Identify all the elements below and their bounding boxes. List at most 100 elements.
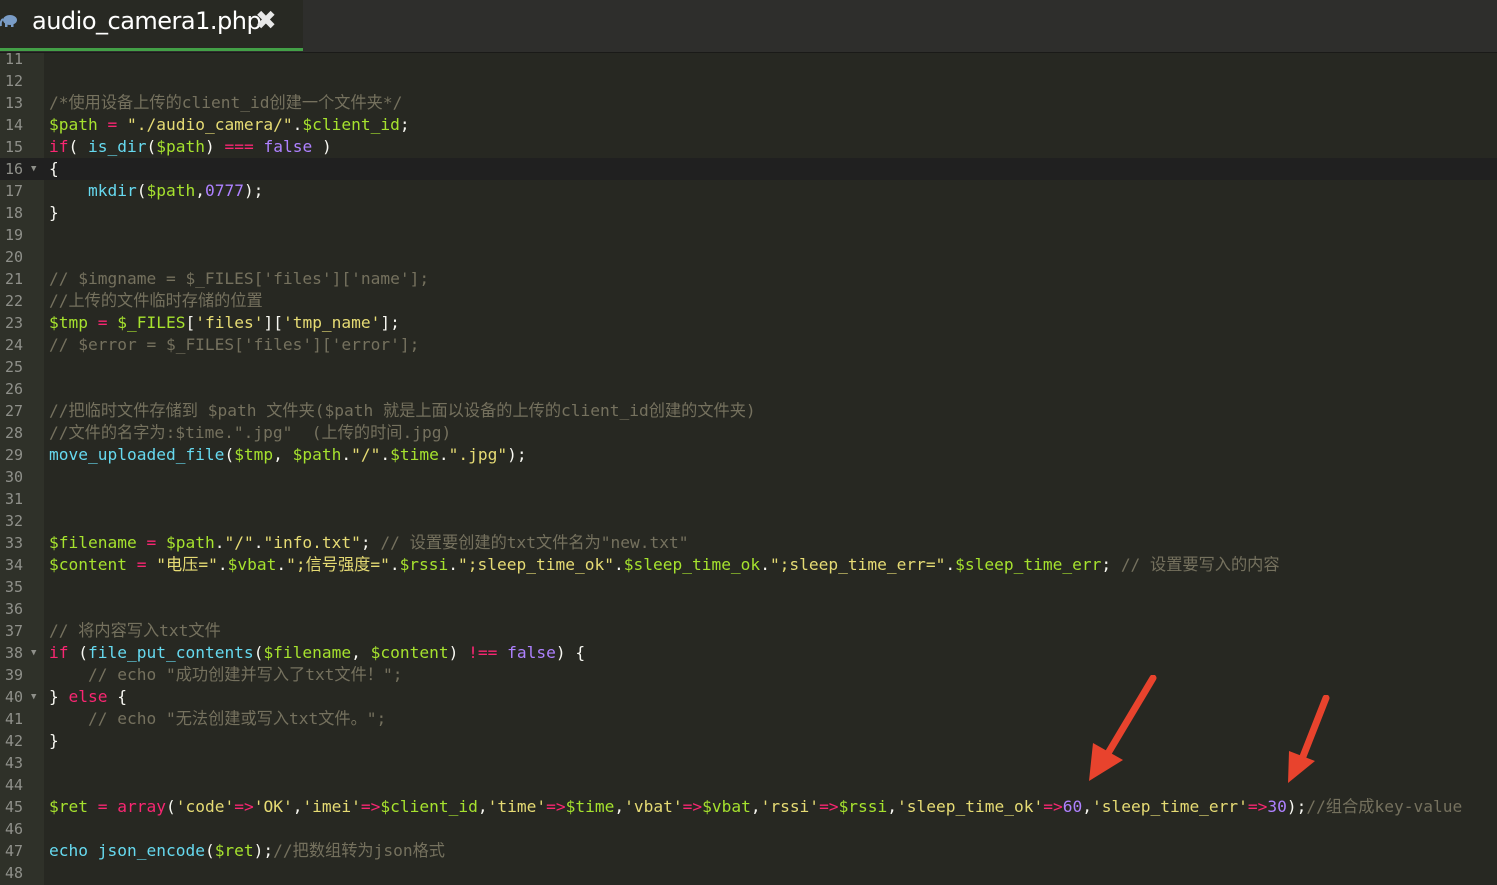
line-number: 44 xyxy=(5,776,24,794)
code-text: // $imgname = $_FILES['files']['name']; xyxy=(49,268,429,290)
code-token: => xyxy=(682,797,703,816)
line-number: 31 xyxy=(5,490,24,508)
code-token: 60 xyxy=(1062,797,1083,816)
code-token: ); xyxy=(1286,797,1307,816)
code-token: , xyxy=(195,181,205,200)
code-token: 'rssi' xyxy=(760,797,820,816)
code-line[interactable]: 48 xyxy=(0,862,1497,884)
code-line[interactable]: 34 $content = "电压=".$vbat.";信号强度=".$rssi.… xyxy=(0,554,1497,576)
line-number: 41 xyxy=(5,710,24,728)
line-number: 30 xyxy=(5,468,24,486)
code-token: { xyxy=(107,687,127,706)
code-line[interactable]: 46 xyxy=(0,818,1497,840)
code-line[interactable]: 20 xyxy=(0,246,1497,268)
code-token: else xyxy=(68,687,108,706)
line-number: 21 xyxy=(5,270,24,288)
code-line[interactable]: 23 $tmp = $_FILES['files']['tmp_name']; xyxy=(0,312,1497,334)
code-token: . xyxy=(214,533,225,552)
code-line[interactable]: 28 //文件的名字为:$time.".jpg" (上传的时间.jpg) xyxy=(0,422,1497,444)
code-line[interactable]: 25 xyxy=(0,356,1497,378)
code-line[interactable]: 41 // echo "无法创建或写入txt文件。"; xyxy=(0,708,1497,730)
code-token: $content xyxy=(370,643,449,662)
tab-bar: audio_camera1.php ✖ xyxy=(0,0,1497,53)
code-line[interactable]: 32 xyxy=(0,510,1497,532)
code-token: = xyxy=(107,115,118,134)
code-token: array xyxy=(117,797,166,816)
code-token: ; xyxy=(399,115,410,134)
code-text: mkdir($path,0777); xyxy=(49,180,263,202)
code-token: , xyxy=(614,797,625,816)
code-token: /*使用设备上传的client_id创建一个文件夹*/ xyxy=(49,93,403,112)
code-token: } xyxy=(49,687,69,706)
code-token: . xyxy=(380,445,391,464)
code-line[interactable]: 43 xyxy=(0,752,1497,774)
code-line[interactable]: 26 xyxy=(0,378,1497,400)
code-line[interactable]: 19 xyxy=(0,224,1497,246)
code-token: $ret xyxy=(214,841,254,860)
code-token: . xyxy=(438,445,449,464)
code-token: . xyxy=(389,555,400,574)
code-line[interactable]: 35 xyxy=(0,576,1497,598)
code-line[interactable]: 31 xyxy=(0,488,1497,510)
code-token: // $imgname = $_FILES['files']['name']; xyxy=(49,269,430,288)
code-line[interactable]: 12 xyxy=(0,70,1497,92)
code-line[interactable]: 27 //把临时文件存储到 $path 文件夹($path 就是上面以设备的上传的… xyxy=(0,400,1497,422)
code-token: $sleep_time_ok xyxy=(623,555,761,574)
code-token: // echo "无法创建或写入txt文件。"; xyxy=(87,709,387,728)
code-token: 'OK' xyxy=(253,797,293,816)
code-line[interactable]: 44 xyxy=(0,774,1497,796)
code-line[interactable]: 11 xyxy=(0,53,1497,70)
code-line[interactable]: 38 ▼ if (file_put_contents($filename, $con… xyxy=(0,642,1497,664)
code-line[interactable]: 47 echo json_encode($ret);//把数组转为json格式 xyxy=(0,840,1497,862)
code-line[interactable]: 30 xyxy=(0,466,1497,488)
line-number: 19 xyxy=(5,226,24,244)
fold-arrow-icon[interactable]: ▼ xyxy=(31,642,36,664)
code-token: // 将内容写入txt文件 xyxy=(49,621,221,640)
code-line[interactable]: 39 // echo "成功创建并写入了txt文件！"; xyxy=(0,664,1497,686)
code-token: $_FILES xyxy=(117,313,186,332)
code-line[interactable]: 29 move_uploaded_file($tmp, $path."/".$ti… xyxy=(0,444,1497,466)
code-token: $path xyxy=(156,137,205,156)
code-line[interactable]: 40 ▼} else { xyxy=(0,686,1497,708)
code-line[interactable]: 21 // $imgname = $_FILES['files']['name']… xyxy=(0,268,1497,290)
code-editor[interactable]: 11 12 13 /*使用设备上传的client_id创建一个文件夹*/ 14 $path… xyxy=(0,53,1497,885)
line-number: 48 xyxy=(5,864,24,882)
tab-title: audio_camera1.php xyxy=(32,7,262,35)
code-token: ( xyxy=(146,137,157,156)
code-line[interactable]: 42} xyxy=(0,730,1497,752)
file-tab[interactable]: audio_camera1.php ✖ xyxy=(0,0,303,51)
code-line[interactable]: 37 // 将内容写入txt文件 xyxy=(0,620,1497,642)
code-token: $filename xyxy=(263,643,352,662)
close-icon[interactable]: ✖ xyxy=(255,6,277,36)
code-token: $tmp xyxy=(49,313,88,332)
code-token: . xyxy=(217,555,228,574)
code-text: } xyxy=(49,202,59,224)
code-line[interactable]: 14 $path = "./audio_camera/".$client_id; xyxy=(0,114,1497,136)
code-token: if xyxy=(49,643,69,662)
code-line[interactable]: 13 /*使用设备上传的client_id创建一个文件夹*/ xyxy=(0,92,1497,114)
line-number: 14 xyxy=(5,116,24,134)
code-token: 'code' xyxy=(175,797,235,816)
code-token: // $error = $_FILES['files']['error']; xyxy=(49,335,420,354)
code-line[interactable]: 15 if( is_dir($path) === false ) xyxy=(0,136,1497,158)
code-line[interactable]: 16 ▼ { xyxy=(0,158,1497,180)
code-text: if( is_dir($path) === false ) xyxy=(49,136,332,158)
code-line[interactable]: 33 $filename = $path."/"."info.txt"; // 设… xyxy=(0,532,1497,554)
code-line[interactable]: 17 mkdir($path,0777); xyxy=(0,180,1497,202)
line-number: 45 xyxy=(5,798,24,816)
fold-arrow-icon[interactable]: ▼ xyxy=(31,686,36,708)
fold-arrow-icon[interactable]: ▼ xyxy=(31,158,36,180)
code-token: = xyxy=(146,533,157,552)
code-line[interactable]: 45 $ret = array('code'=>'OK','imei'=>$cli… xyxy=(0,796,1497,818)
code-line[interactable]: 36 xyxy=(0,598,1497,620)
code-line[interactable]: 24 // $error = $_FILES['files']['error']; xyxy=(0,334,1497,356)
code-token: 'vbat' xyxy=(624,797,683,816)
code-token: ]; xyxy=(380,313,400,332)
code-line[interactable]: 18} xyxy=(0,202,1497,224)
code-line[interactable]: 22 //上传的文件临时存储的位置 xyxy=(0,290,1497,312)
code-token: . xyxy=(760,555,770,574)
